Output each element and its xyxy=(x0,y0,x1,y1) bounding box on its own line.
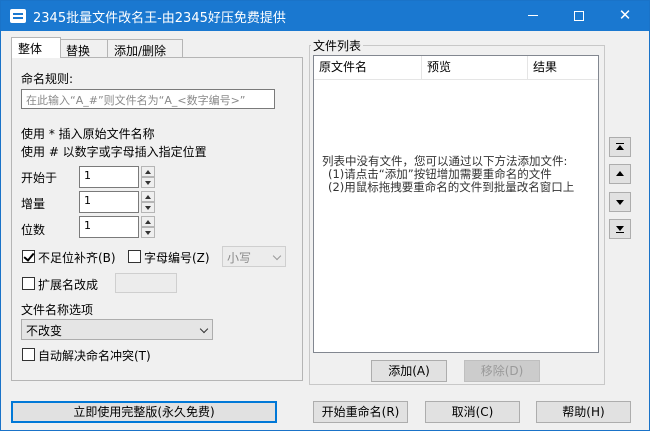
add-button[interactable]: 添加(A) xyxy=(371,360,447,382)
help-button[interactable]: 帮助(H) xyxy=(536,401,631,423)
hint-asterisk: 使用 * 插入原始文件名称 xyxy=(21,127,155,141)
close-button[interactable]: ✕ xyxy=(602,1,648,31)
stepper-up-icon[interactable] xyxy=(141,191,155,202)
rule-input[interactable]: 在此输入“A_#”则文件名为“A_<数字编号>” xyxy=(21,89,275,109)
maximize-icon xyxy=(574,11,584,21)
list-header: 原文件名 预览 结果 xyxy=(314,56,598,80)
move-down-button[interactable] xyxy=(609,192,631,212)
rule-label: 命名规则: xyxy=(21,72,74,86)
step-label: 增量 xyxy=(21,197,46,211)
auto-resolve-checkbox[interactable] xyxy=(22,348,35,361)
name-option-label: 文件名称选项 xyxy=(21,303,94,317)
digits-label: 位数 xyxy=(21,223,46,237)
full-version-button[interactable]: 立即使用完整版(永久免费) xyxy=(11,401,277,423)
start-label: 开始于 xyxy=(21,171,58,185)
column-original-name[interactable]: 原文件名 xyxy=(314,56,422,79)
case-value: 小写 xyxy=(227,251,252,265)
tab-replace[interactable]: 替换 xyxy=(59,39,109,58)
stepper-down-icon[interactable] xyxy=(141,202,155,213)
case-select: 小写 xyxy=(222,246,286,267)
move-up-button[interactable] xyxy=(609,164,631,184)
move-top-icon xyxy=(616,143,624,144)
name-option-select[interactable]: 不改变 xyxy=(21,319,213,340)
name-option-value: 不改变 xyxy=(26,324,63,338)
digits-input[interactable]: 1 xyxy=(79,216,139,238)
stepper-down-icon[interactable] xyxy=(141,177,155,188)
move-up-icon xyxy=(616,171,624,176)
stepper-down-icon[interactable] xyxy=(141,227,155,238)
start-rename-button[interactable]: 开始重命名(R) xyxy=(313,401,408,423)
step-input[interactable]: 1 xyxy=(79,191,139,213)
minimize-icon xyxy=(528,15,538,16)
pad-label: 不足位补齐(B) xyxy=(38,251,116,265)
maximize-button[interactable] xyxy=(556,1,602,31)
remove-button: 移除(D) xyxy=(464,360,540,382)
step-stepper[interactable] xyxy=(141,191,155,213)
ext-checkbox[interactable] xyxy=(22,277,35,290)
tab-add-delete[interactable]: 添加/删除 xyxy=(107,39,183,58)
chevron-down-icon xyxy=(199,324,209,334)
start-input[interactable]: 1 xyxy=(79,166,139,188)
stepper-up-icon[interactable] xyxy=(141,166,155,177)
app-icon xyxy=(10,9,26,23)
cancel-button[interactable]: 取消(C) xyxy=(425,401,520,423)
digits-stepper[interactable] xyxy=(141,216,155,238)
column-preview[interactable]: 预览 xyxy=(422,56,528,79)
chevron-down-icon xyxy=(272,251,282,261)
file-list-title: 文件列表 xyxy=(311,37,364,54)
letter-checkbox[interactable] xyxy=(128,250,141,263)
stepper-up-icon[interactable] xyxy=(141,216,155,227)
move-bottom-button[interactable] xyxy=(609,219,631,239)
minimize-button[interactable] xyxy=(510,1,556,31)
ext-input xyxy=(115,273,177,293)
window-title: 2345批量文件改名王-由2345好压免费提供 xyxy=(33,11,286,26)
move-bottom-icon xyxy=(616,226,624,231)
letter-label: 字母编号(Z) xyxy=(144,251,210,265)
title-bar: 2345批量文件改名王-由2345好压免费提供 ✕ xyxy=(1,1,649,31)
app-window: 2345批量文件改名王-由2345好压免费提供 ✕ 整体 替换 添加/删除 命名… xyxy=(0,0,650,431)
auto-resolve-label: 自动解决命名冲突(T) xyxy=(38,349,151,363)
column-result[interactable]: 结果 xyxy=(528,56,598,79)
move-top-button[interactable] xyxy=(609,137,631,157)
file-list-view[interactable]: 原文件名 预览 结果 列表中没有文件，您可以通过以下方法添加文件: (1)请点击… xyxy=(313,55,599,353)
start-stepper[interactable] xyxy=(141,166,155,188)
close-icon: ✕ xyxy=(618,6,632,24)
tab-general[interactable]: 整体 xyxy=(11,37,61,58)
pad-checkbox[interactable] xyxy=(22,250,35,263)
move-down-icon xyxy=(616,200,624,205)
empty-hint-line: (2)用鼠标拖拽要重命名的文件到批量改名窗口上 xyxy=(328,180,575,194)
ext-label: 扩展名改成 xyxy=(38,278,99,292)
hint-hash: 使用 # 以数字或字母插入指定位置 xyxy=(21,145,207,159)
